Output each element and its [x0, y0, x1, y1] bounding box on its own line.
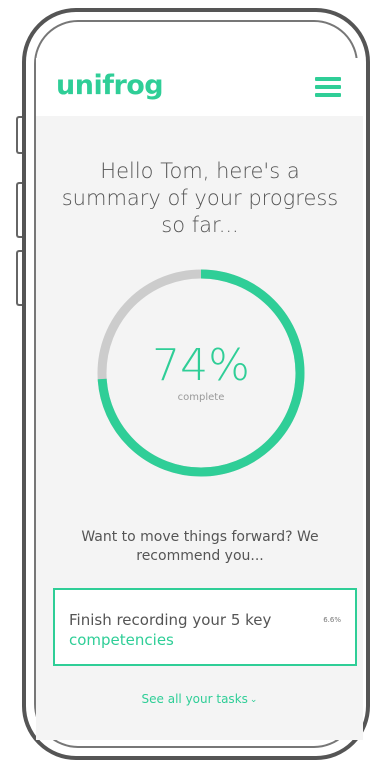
task-percent: 6.6% [323, 616, 341, 624]
phone-side-button [16, 116, 22, 154]
recommendation-text: Want to move things forward? We recommen… [81, 529, 319, 564]
phone-side-button [16, 250, 22, 306]
task-link[interactable]: competencies [69, 630, 174, 650]
progress-label: complete [177, 392, 225, 403]
task-title: Finish recording your 5 key [69, 611, 272, 629]
app-screen: unifrog Hello Tom, here's a summary of y… [36, 58, 363, 740]
greeting-heading: Hello Tom, here's a summary of your prog… [61, 159, 339, 237]
chevron-down-icon: ⌄ [249, 695, 258, 705]
progress-percent: 74% [152, 340, 250, 391]
app-header: unifrog [36, 58, 363, 116]
hamburger-menu-icon[interactable] [315, 77, 341, 97]
phone-side-button [16, 182, 22, 238]
see-all-label: See all your tasks [141, 692, 248, 706]
task-card[interactable]: Finish recording your 5 key competencies… [53, 588, 357, 666]
see-all-tasks-link[interactable]: See all your tasks ⌄ [36, 692, 363, 706]
unifrog-logo[interactable]: unifrog [56, 70, 164, 101]
progress-ring: 74% complete [96, 268, 306, 478]
